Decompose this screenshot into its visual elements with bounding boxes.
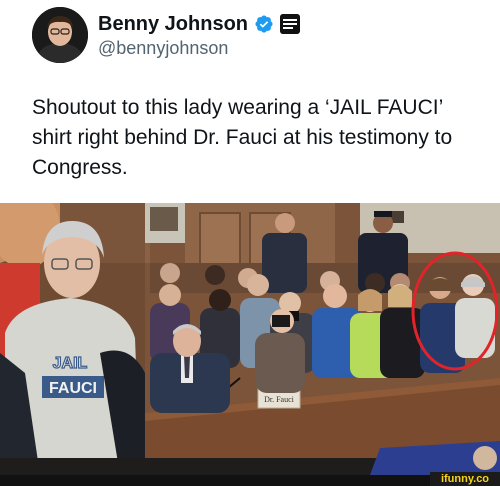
shirt-text-jail: JAIL [53, 355, 88, 372]
ifunny-watermark: ifunny.co [430, 472, 500, 486]
tweet-photo[interactable]: Dr. Fauci JAIL FAUCI [0, 203, 500, 475]
name-row: Benny Johnson [98, 12, 301, 36]
affiliation-badge-icon[interactable] [280, 14, 301, 34]
tweet-text: Shoutout to this lady wearing a ‘JAIL FA… [32, 96, 453, 179]
user-handle[interactable]: @bennyjohnson [98, 38, 228, 59]
tweet-header: Benny Johnson @bennyjohnson Shoutout to … [0, 0, 500, 200]
verified-badge-icon [255, 15, 273, 33]
footer-strip [0, 475, 500, 486]
nameplate-label: Dr. Fauci [264, 395, 295, 404]
display-name[interactable]: Benny Johnson [98, 13, 248, 36]
profile-avatar[interactable] [32, 7, 88, 63]
shirt-text-fauci: FAUCI [49, 380, 97, 397]
watermark-text: ifunny.co [440, 473, 490, 485]
